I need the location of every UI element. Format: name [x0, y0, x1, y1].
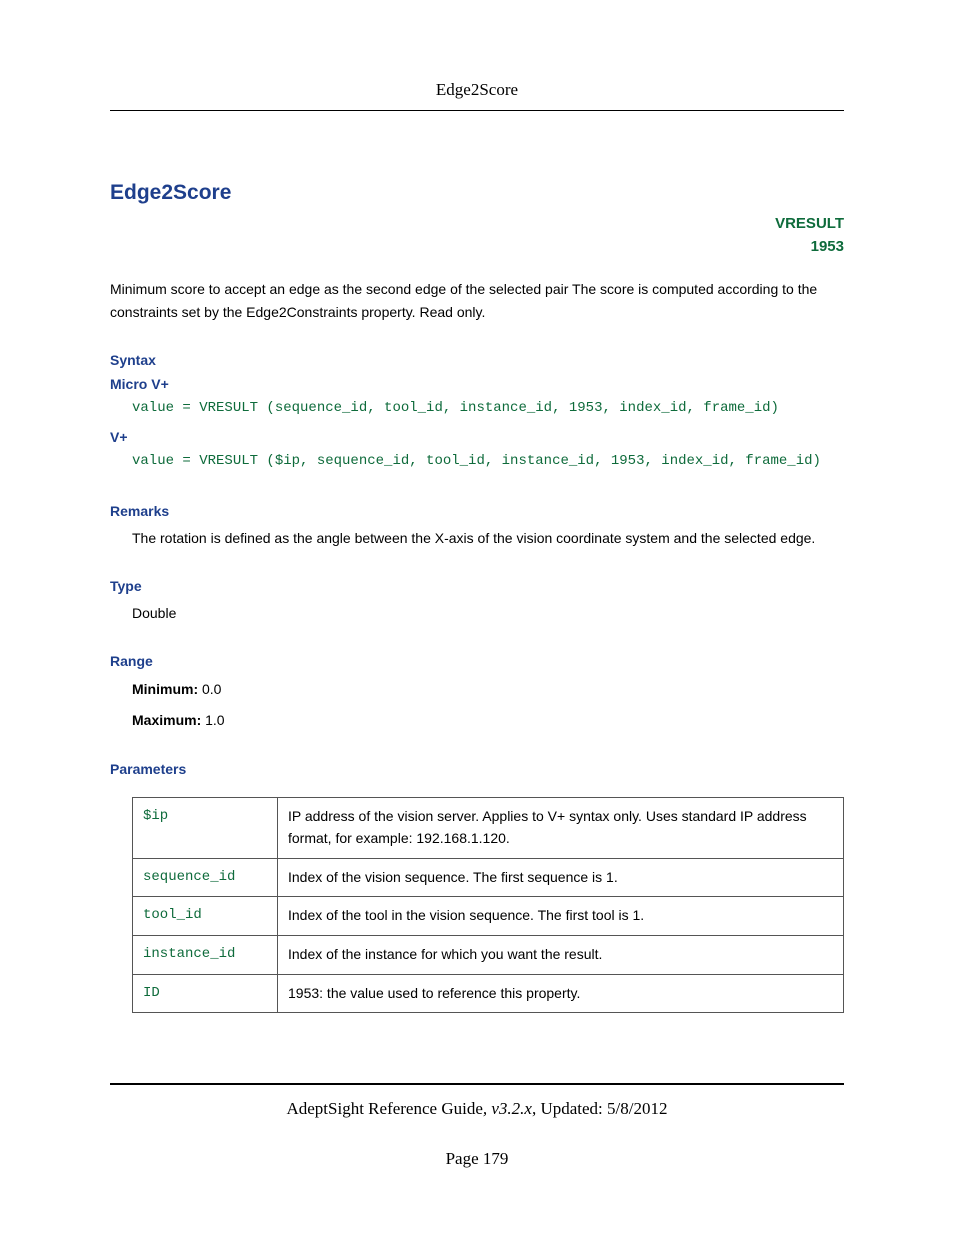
range-heading: Range [110, 653, 844, 669]
footer-guide-line: AdeptSight Reference Guide, v3.2.x, Upda… [110, 1099, 844, 1119]
table-row: instance_id Index of the instance for wh… [133, 935, 844, 974]
vplus-label: V+ [110, 429, 844, 445]
param-name: tool_id [133, 897, 278, 936]
footer: AdeptSight Reference Guide, v3.2.x, Upda… [110, 1083, 844, 1169]
param-desc: Index of the vision sequence. The first … [278, 858, 844, 897]
page-number: Page 179 [110, 1149, 844, 1169]
page-label: Page [446, 1149, 479, 1168]
footer-updated-date: 5/8/2012 [607, 1099, 667, 1118]
param-desc: Index of the tool in the vision sequence… [278, 897, 844, 936]
parameters-heading: Parameters [110, 761, 844, 777]
meta-block: VRESULT 1953 [110, 213, 844, 258]
intro-paragraph: Minimum score to accept an edge as the s… [110, 278, 844, 324]
meta-tag: VRESULT [110, 213, 844, 236]
running-header: Edge2Score [110, 80, 844, 111]
meta-code: 1953 [110, 236, 844, 259]
range-max: Maximum: 1.0 [110, 708, 844, 733]
micro-vplus-code: value = VRESULT (sequence_id, tool_id, i… [110, 396, 844, 421]
page-title: Edge2Score [110, 181, 231, 205]
param-desc: 1953: the value used to reference this p… [278, 974, 844, 1013]
micro-vplus-label: Micro V+ [110, 376, 844, 392]
param-desc: IP address of the vision server. Applies… [278, 798, 844, 858]
param-name: sequence_id [133, 858, 278, 897]
footer-guide-title: AdeptSight Reference Guide [286, 1099, 482, 1118]
range-min-value: 0.0 [202, 681, 221, 697]
param-name: ID [133, 974, 278, 1013]
param-name: $ip [133, 798, 278, 858]
range-max-label: Maximum: [132, 712, 201, 728]
syntax-heading: Syntax [110, 352, 844, 368]
footer-version: v3.2.x [491, 1099, 532, 1118]
vplus-code: value = VRESULT ($ip, sequence_id, tool_… [110, 449, 844, 474]
table-row: ID 1953: the value used to reference thi… [133, 974, 844, 1013]
range-min: Minimum: 0.0 [110, 677, 844, 702]
range-max-value: 1.0 [205, 712, 224, 728]
table-row: $ip IP address of the vision server. App… [133, 798, 844, 858]
table-row: tool_id Index of the tool in the vision … [133, 897, 844, 936]
remarks-text: The rotation is defined as the angle bet… [110, 527, 844, 550]
param-desc: Index of the instance for which you want… [278, 935, 844, 974]
parameters-table: $ip IP address of the vision server. App… [132, 797, 844, 1013]
range-min-label: Minimum: [132, 681, 198, 697]
remarks-heading: Remarks [110, 503, 844, 519]
page-num-value: 179 [483, 1149, 509, 1168]
type-heading: Type [110, 578, 844, 594]
type-value: Double [110, 602, 844, 625]
param-name: instance_id [133, 935, 278, 974]
table-row: sequence_id Index of the vision sequence… [133, 858, 844, 897]
footer-updated-label: Updated: [540, 1099, 602, 1118]
